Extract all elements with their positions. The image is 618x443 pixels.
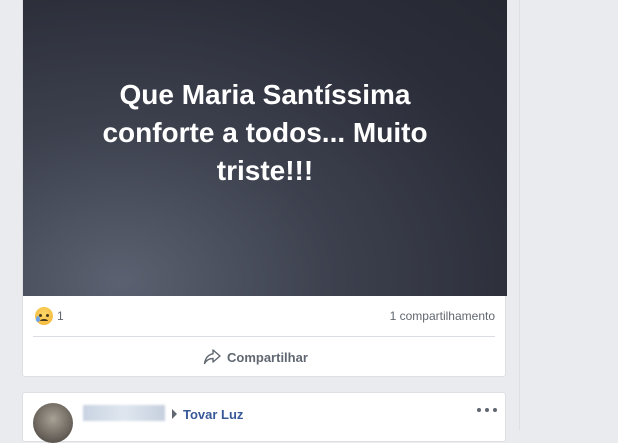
next-post-card: Tovar Luz: [22, 392, 506, 443]
author-name-redacted[interactable]: [83, 405, 165, 421]
post-card: Que Maria Santíssima conforte a todos...…: [22, 0, 507, 377]
page-background-left: [0, 0, 8, 430]
post-text: Que Maria Santíssima conforte a todos...…: [102, 79, 428, 186]
sad-reaction-icon[interactable]: [35, 307, 53, 325]
post-background-text: Que Maria Santíssima conforte a todos...…: [23, 0, 507, 296]
shares-count[interactable]: 1 compartilhamento: [390, 309, 495, 323]
share-label: Compartilhar: [227, 349, 308, 365]
share-button[interactable]: Compartilhar: [203, 344, 308, 370]
arrow-right-icon: [172, 409, 177, 419]
more-options-button[interactable]: [477, 405, 497, 415]
right-column: [519, 0, 618, 430]
avatar[interactable]: [33, 403, 73, 443]
ellipsis-icon: [477, 408, 481, 412]
share-arrow-icon: [203, 349, 221, 365]
page-link[interactable]: Tovar Luz: [183, 407, 243, 422]
reaction-count[interactable]: 1: [57, 309, 64, 323]
reactions-row: 1 1 compartilhamento: [33, 306, 495, 326]
divider: [33, 336, 495, 337]
